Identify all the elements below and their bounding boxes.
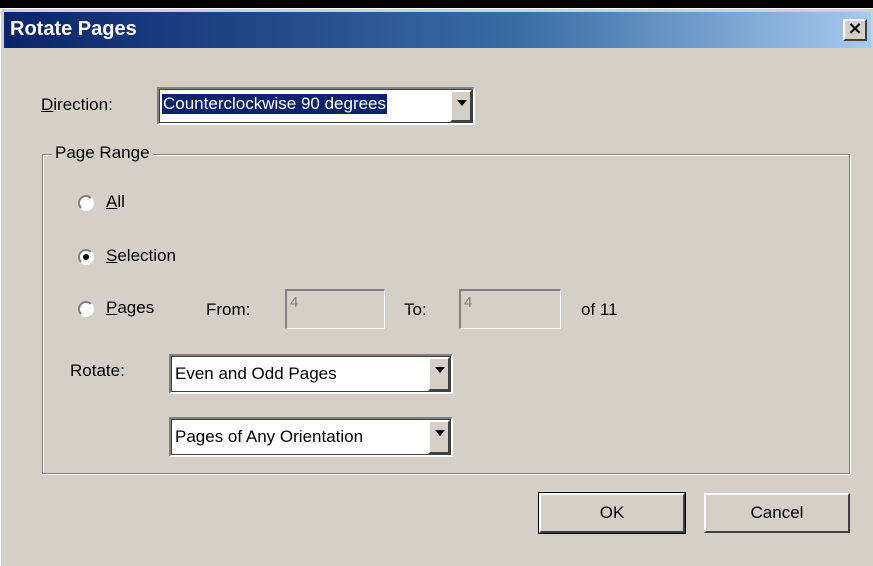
direction-label-text: irection:	[53, 95, 113, 114]
radio-selection-label: Selection	[106, 246, 176, 265]
to-field[interactable]: 4	[459, 289, 561, 329]
radio-selection[interactable]	[78, 249, 94, 265]
page-count-text: of 11	[581, 300, 618, 319]
rotate-parity-value: Even and Odd Pages	[175, 364, 337, 383]
direction-value: Counterclockwise 90 degrees	[160, 93, 389, 115]
rotate-orientation-dropdown[interactable]: Pages of Any Orientation	[169, 417, 453, 457]
from-label: From:	[206, 300, 251, 319]
from-field[interactable]: 4	[285, 289, 385, 329]
rotate-parity-dropdown[interactable]: Even and Odd Pages	[169, 354, 453, 394]
from-value: 4	[290, 294, 299, 311]
ok-button[interactable]: OK	[538, 492, 686, 534]
title-bar[interactable]: Rotate Pages ×	[4, 12, 871, 48]
rotate-orientation-value: Pages of Any Orientation	[175, 427, 364, 446]
radio-all-label: All	[106, 192, 125, 211]
direction-label: Direction:	[41, 95, 113, 114]
close-button[interactable]: ×	[843, 19, 867, 41]
radio-all[interactable]	[78, 195, 94, 211]
rotate-parity-arrow-icon[interactable]	[428, 357, 450, 391]
to-label: To:	[404, 300, 427, 319]
rotate-pages-dialog: Rotate Pages × Direction: Counterclockwi…	[0, 8, 873, 566]
page-range-label: Page Range	[52, 143, 153, 163]
cancel-button[interactable]: Cancel	[704, 493, 850, 533]
radio-pages-label: Pages	[106, 298, 155, 317]
rotate-label: Rotate:	[70, 361, 125, 380]
direction-dropdown[interactable]: Counterclockwise 90 degrees	[157, 87, 475, 125]
radio-pages[interactable]	[78, 301, 94, 317]
window-title: Rotate Pages	[10, 18, 137, 40]
direction-dropdown-arrow-icon[interactable]	[450, 90, 472, 122]
to-value: 4	[464, 294, 473, 311]
rotate-orientation-arrow-icon[interactable]	[428, 420, 450, 454]
